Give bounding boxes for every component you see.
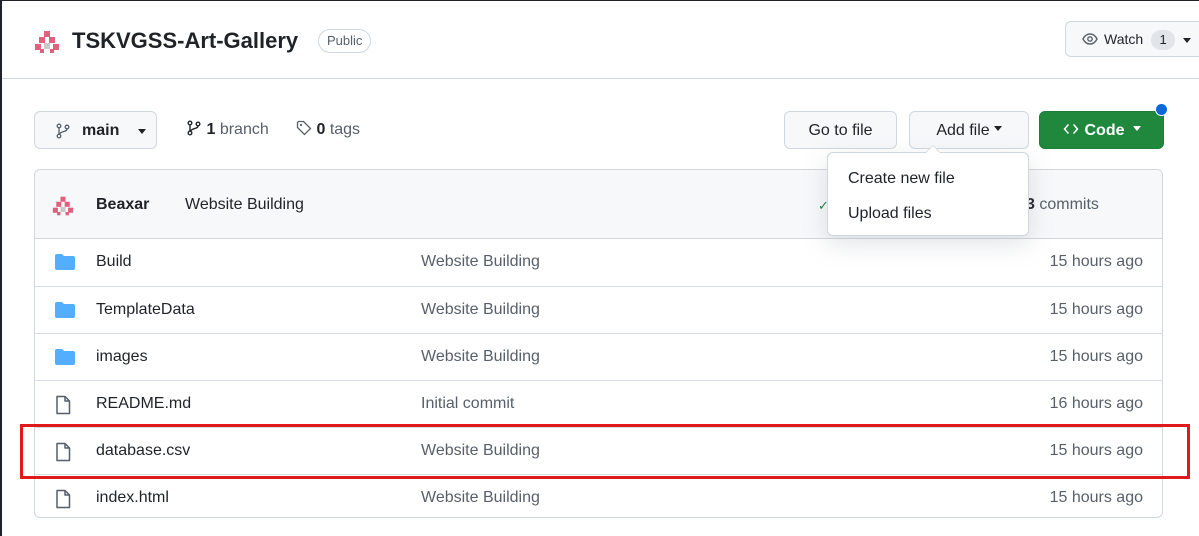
repo-name-link[interactable]: TSKVGSS-Art-Gallery	[72, 26, 298, 56]
branch-select-button[interactable]: main	[34, 111, 157, 149]
git-branch-icon	[187, 120, 201, 136]
file-row[interactable]: README.md Initial commit 16 hours ago	[35, 380, 1162, 427]
sidebar-clipped	[1190, 110, 1199, 510]
file-name-link[interactable]: images	[96, 347, 148, 367]
chevron-down-icon	[138, 129, 146, 134]
file-row[interactable]: images Website Building 15 hours ago	[35, 333, 1162, 380]
add-file-label: Add file	[936, 122, 990, 139]
notification-dot	[1155, 103, 1168, 116]
file-commit-message-link[interactable]: Initial commit	[421, 394, 514, 414]
eye-icon	[1082, 33, 1098, 45]
tags-link[interactable]: 0 tags	[296, 120, 360, 140]
highlight-annotation	[20, 424, 1190, 479]
chevron-down-icon	[1132, 126, 1141, 132]
add-file-dropdown-menu: Create new file Upload files	[827, 145, 1029, 236]
tag-icon	[296, 120, 312, 136]
file-row[interactable]: TemplateData Website Building 15 hours ago	[35, 286, 1162, 333]
git-branch-icon	[56, 123, 70, 139]
file-commit-time: 16 hours ago	[1049, 395, 1143, 412]
file-commit-message-link[interactable]: Website Building	[421, 488, 540, 508]
avatar[interactable]	[52, 195, 74, 217]
file-name-link[interactable]: TemplateData	[96, 300, 195, 320]
code-icon	[1063, 123, 1078, 134]
visibility-badge: Public	[318, 29, 372, 53]
commits-label: commits	[1039, 196, 1099, 213]
branch-name: main	[82, 122, 120, 139]
file-commit-time: 15 hours ago	[1049, 489, 1143, 506]
file-row[interactable]: index.html Website Building 15 hours ago	[35, 474, 1162, 517]
add-file-button[interactable]: Add file	[909, 111, 1029, 149]
branches-count: 1	[206, 121, 216, 138]
code-button[interactable]: Code	[1039, 111, 1164, 149]
commit-message-link[interactable]: Website Building	[185, 195, 304, 215]
menu-item-create-new-file[interactable]: Create new file	[848, 169, 955, 189]
folder-icon	[55, 302, 75, 318]
watch-button[interactable]: Watch 1	[1065, 21, 1199, 57]
file-commit-message-link[interactable]: Website Building	[421, 347, 540, 367]
branches-label: branch	[219, 121, 269, 138]
file-commit-message-link[interactable]: Website Building	[421, 252, 540, 272]
folder-icon	[55, 349, 75, 365]
menu-item-upload-files[interactable]: Upload files	[848, 204, 932, 224]
repo-header: TSKVGSS-Art-Gallery Public Watch 1	[2, 1, 1199, 79]
tags-label: tags	[329, 121, 361, 138]
chevron-down-icon	[1183, 37, 1192, 43]
file-commit-time: 15 hours ago	[1049, 348, 1143, 365]
go-to-file-label: Go to file	[808, 122, 873, 139]
file-commit-time: 15 hours ago	[1049, 301, 1143, 318]
file-icon	[56, 489, 71, 509]
file-name-link[interactable]: index.html	[96, 488, 169, 508]
go-to-file-button[interactable]: Go to file	[784, 111, 897, 149]
file-name-link[interactable]: Build	[96, 252, 132, 272]
file-row[interactable]: Build Website Building 15 hours ago	[35, 239, 1162, 286]
watch-label: Watch	[1104, 31, 1144, 47]
commit-author-link[interactable]: Beaxar	[96, 195, 149, 215]
tags-count: 0	[316, 121, 326, 138]
file-commit-time: 15 hours ago	[1049, 253, 1143, 270]
identicon-icon[interactable]	[34, 29, 60, 55]
file-name-link[interactable]: README.md	[96, 394, 191, 414]
chevron-down-icon	[993, 126, 1002, 132]
file-icon	[56, 395, 71, 415]
watch-count: 1	[1151, 30, 1176, 50]
folder-icon	[55, 254, 75, 270]
file-commit-message-link[interactable]: Website Building	[421, 300, 540, 320]
branches-link[interactable]: 1 branch	[186, 120, 269, 140]
code-label: Code	[1084, 122, 1125, 139]
